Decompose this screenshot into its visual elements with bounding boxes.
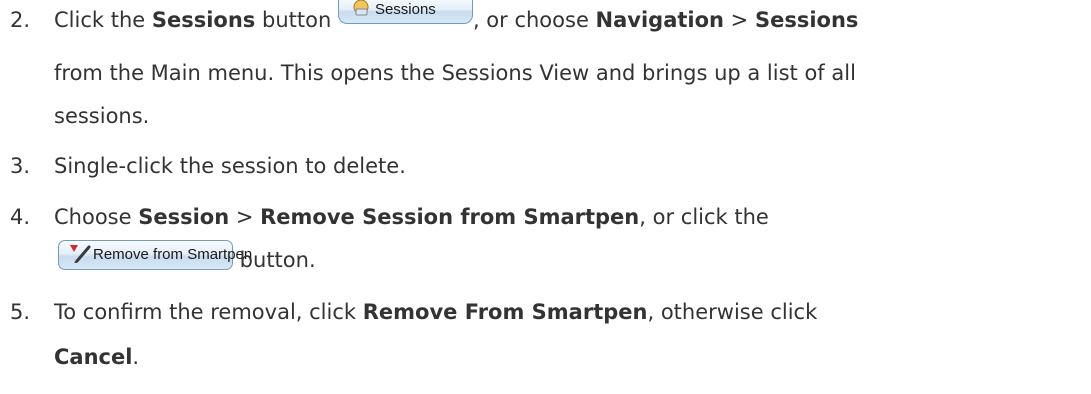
- step-3: 3. Single-click the session to delete.: [10, 154, 406, 178]
- step-text: Choose: [54, 205, 139, 229]
- step-2: 2. Click the Sessions button Sessions , or…: [10, 0, 859, 34]
- remove-from-smartpen-button[interactable]: Remove from Smartpen: [58, 240, 252, 270]
- bold-term: Sessions: [754, 8, 859, 32]
- bold-term: Sessions: [151, 8, 256, 32]
- pen-remove-icon: [69, 243, 91, 264]
- step-text: To confirm the removal, click: [54, 300, 363, 324]
- step-4-button-line: Remove from Smartpen button.: [58, 240, 316, 272]
- remove-button-label: Remove from Smartpen: [93, 246, 253, 263]
- step-text: , or click the: [639, 205, 769, 229]
- step-text: Single-click the session to delete.: [54, 154, 406, 178]
- separator: >: [229, 205, 261, 229]
- step-number: 2.: [10, 8, 31, 32]
- sessions-button[interactable]: Sessions: [337, 0, 473, 24]
- step-number: 5.: [10, 300, 31, 324]
- step-text: .: [132, 345, 140, 369]
- step-text: button.: [233, 248, 316, 272]
- bold-term: Remove Session from Smartpen: [260, 205, 640, 229]
- step-text: from the Main menu. This opens the Sessi…: [54, 61, 856, 85]
- step-4: 4. Choose Session > Remove Session from S…: [10, 205, 769, 229]
- step-5: 5. To confirm the removal, click Remove F…: [10, 300, 817, 324]
- step-text: Click the: [54, 8, 152, 32]
- separator: >: [724, 8, 755, 32]
- step-5-line-2: Cancel.: [54, 345, 139, 369]
- step-number: 4.: [10, 205, 31, 229]
- bold-term: Navigation: [595, 8, 724, 32]
- sessions-icon: [351, 0, 371, 18]
- bold-term: Cancel: [54, 345, 133, 369]
- step-text: sessions.: [54, 104, 150, 128]
- step-text: button: [255, 8, 338, 32]
- sessions-button-label: Sessions: [374, 1, 436, 18]
- bold-term: Remove From Smartpen: [362, 300, 648, 324]
- step-number: 3.: [10, 154, 31, 178]
- step-text: , or choose: [472, 8, 596, 32]
- step-text: , otherwise click: [647, 300, 818, 324]
- bold-term: Session: [138, 205, 230, 229]
